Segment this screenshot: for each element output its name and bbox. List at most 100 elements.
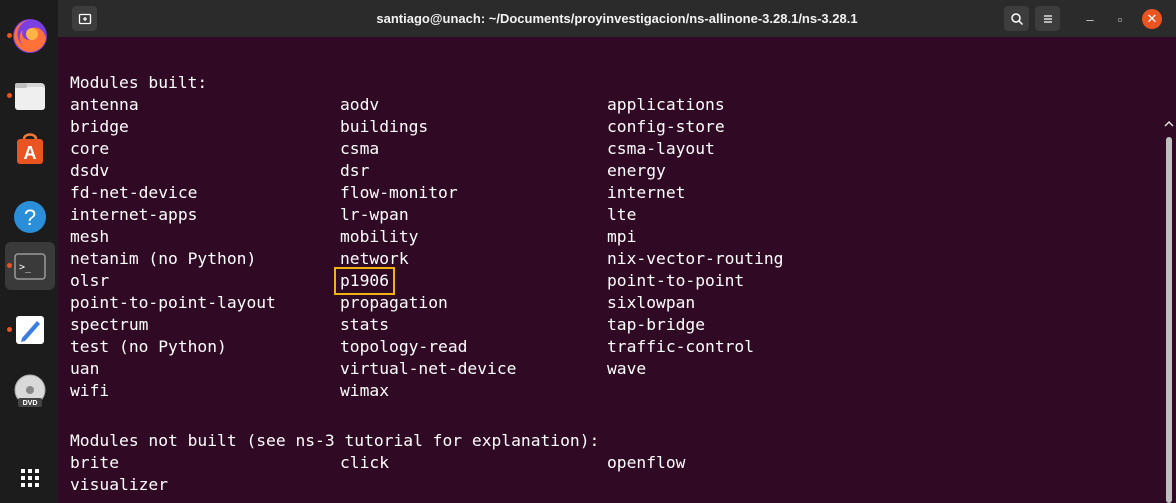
close-icon: ✕ (1146, 11, 1158, 26)
modules-built-row: netanim (no Python) network nix-vector-rou… (58, 248, 1148, 270)
module-name: tap-bridge (607, 315, 706, 334)
files-icon (15, 83, 45, 110)
module-name: spectrum (70, 315, 149, 334)
modules-not-built-row: brite click openflow (58, 452, 1148, 474)
search-button[interactable] (1004, 6, 1029, 31)
module-name: traffic-control (607, 337, 755, 356)
highlighted-module-name: p1906 (333, 267, 396, 295)
hamburger-menu-icon (1043, 14, 1052, 23)
module-name: bridge (70, 117, 129, 136)
modules-built-row: internet-apps lr-wpan lte (58, 204, 1148, 226)
minimize-icon: – (1086, 11, 1094, 27)
module-name: core (70, 139, 110, 158)
dock-item-terminal[interactable]: >_ (5, 242, 55, 290)
module-name: visualizer (70, 475, 169, 494)
terminal-icon: >_ (14, 253, 46, 280)
modules-not-built-row: visualizer (58, 474, 1148, 496)
module-name: energy (607, 161, 666, 180)
module-name: wimax (340, 381, 390, 400)
module-name: test (no Python) (70, 337, 227, 356)
module-name: network (340, 249, 409, 268)
dock-item-show-apps[interactable] (5, 454, 55, 502)
module-name: wifi (70, 381, 110, 400)
dock-item-text-editor[interactable] (5, 306, 55, 354)
module-name: mpi (607, 227, 637, 246)
modules-built-row: mesh mobility mpi (58, 226, 1148, 248)
modules-built-row: point-to-point-layout propagation sixlowpa… (58, 292, 1148, 314)
module-name: brite (70, 453, 120, 472)
svg-text:>_: >_ (19, 262, 32, 273)
modules-built-row: core csma csma-layout (58, 138, 1148, 160)
module-name: flow-monitor (340, 183, 458, 202)
module-name: fd-net-device (70, 183, 198, 202)
module-name: antenna (70, 95, 139, 114)
running-indicator (7, 93, 12, 98)
modules-built-row: olsr p1906 point-to-point (58, 267, 1148, 295)
module-name: topology-read (340, 337, 468, 356)
search-icon (1010, 12, 1023, 25)
module-name: wave (607, 359, 647, 378)
minimize-button[interactable]: – (1080, 9, 1100, 29)
modules-built-row: dsdv dsr energy (58, 160, 1148, 182)
module-name: click (340, 453, 390, 472)
module-name: dsr (340, 161, 370, 180)
running-indicator (7, 33, 12, 38)
dock-item-files[interactable] (5, 72, 55, 120)
text-editor-icon (16, 316, 44, 344)
show-apps-icon (21, 469, 39, 487)
module-name: mobility (340, 227, 419, 246)
module-name: dsdv (70, 161, 110, 180)
module-name: propagation (340, 293, 448, 312)
module-name: olsr (70, 271, 110, 290)
terminal-scrollbar[interactable] (1162, 37, 1174, 503)
module-name: config-store (607, 117, 725, 136)
modules-built-row: fd-net-device flow-monitor internet (58, 182, 1148, 204)
svg-text:DVD: DVD (23, 400, 38, 407)
modules-built-row: spectrum stats tap-bridge (58, 314, 1148, 336)
running-indicator (7, 327, 12, 332)
modules-built-row: uan virtual-net-device wave (58, 358, 1148, 380)
modules-built-row: antenna aodv applications (58, 94, 1148, 116)
module-name: point-to-point-layout (70, 293, 276, 312)
module-name: point-to-point (607, 271, 745, 290)
modules-built-row: test (no Python) topology-read traffic-con… (58, 336, 1148, 358)
module-name: csma (340, 139, 380, 158)
svg-text:?: ? (24, 205, 36, 230)
module-name: csma-layout (607, 139, 715, 158)
menu-button[interactable] (1035, 6, 1060, 31)
maximize-icon: ▫ (1117, 11, 1123, 27)
module-name: internet-apps (70, 205, 198, 224)
module-name: lr-wpan (340, 205, 409, 224)
scroll-up-arrow-icon (1164, 120, 1174, 127)
module-name: uan (70, 359, 100, 378)
dock-item-help[interactable]: ? (5, 193, 55, 241)
modules-built-row: bridge buildings config-store (58, 116, 1148, 138)
module-name: aodv (340, 95, 380, 114)
dock-item-dvd[interactable]: DVD (5, 368, 55, 416)
window-titlebar: santiago@unach: ~/Documents/proyinvestig… (58, 0, 1176, 37)
dvd-icon: DVD (14, 374, 46, 407)
modules-built-row: wifi wimax (58, 380, 1148, 402)
help-icon: ? (14, 201, 46, 233)
module-name: mesh (70, 227, 110, 246)
module-name: applications (607, 95, 725, 114)
terminal-output[interactable]: Modules built: antenna aodv applications br… (58, 37, 1162, 503)
running-indicator (7, 263, 12, 268)
software-store-icon: A (17, 133, 43, 164)
scrollbar-thumb[interactable] (1166, 137, 1172, 503)
module-name: netanim (no Python) (70, 249, 257, 268)
close-button[interactable]: ✕ (1142, 9, 1162, 29)
dock: A ? >_ DVD (0, 0, 58, 503)
svg-text:A: A (24, 143, 37, 163)
module-name: sixlowpan (607, 293, 696, 312)
module-name: lte (607, 205, 637, 224)
modules-built-heading: Modules built: (70, 73, 208, 92)
module-name: buildings (340, 117, 429, 136)
module-name: nix-vector-routing (607, 249, 784, 268)
dock-item-firefox[interactable] (5, 12, 55, 60)
firefox-icon (13, 19, 47, 53)
dock-item-software-store[interactable]: A (5, 124, 55, 172)
module-name: internet (607, 183, 686, 202)
maximize-button[interactable]: ▫ (1110, 9, 1130, 29)
modules-not-built-heading: Modules not built (see ns-3 tutorial for… (70, 431, 600, 450)
